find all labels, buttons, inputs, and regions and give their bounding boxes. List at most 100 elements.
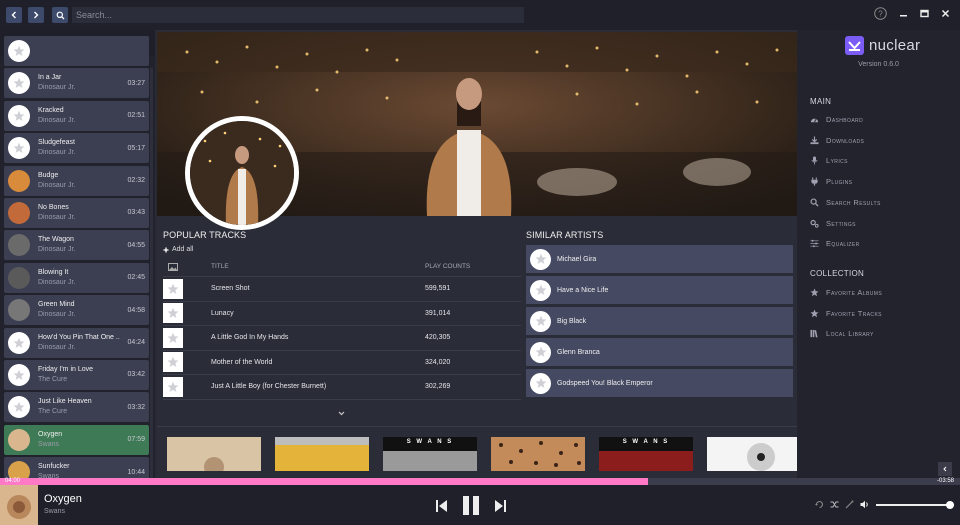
section-main-title: MAIN xyxy=(810,97,832,106)
minimize-icon[interactable] xyxy=(899,9,908,18)
star-icon xyxy=(530,310,551,332)
queue-item-title: Friday I'm in Love xyxy=(38,365,94,373)
sidebar-item-favorite-tracks[interactable]: Favorite Tracks xyxy=(810,309,882,318)
queue-item-title: Sunfucker xyxy=(38,463,70,471)
queue-item[interactable]: Oxygen Swans 07:59 xyxy=(4,424,149,455)
now-playing-title: Oxygen xyxy=(44,493,82,505)
volume-knob[interactable] xyxy=(946,501,955,509)
queue-item-title: Kracked xyxy=(38,106,64,114)
album-grid: S W A N SS W A N S xyxy=(167,437,801,471)
queue-item-duration: 03:42 xyxy=(127,371,145,379)
back-button[interactable] xyxy=(6,7,22,23)
track-play-count: 391,014 xyxy=(425,309,451,317)
queue-item[interactable]: Blowing It Dinosaur Jr. 02:45 xyxy=(4,262,149,293)
queue-item[interactable] xyxy=(4,36,149,66)
close-icon[interactable] xyxy=(941,9,950,18)
album-card[interactable]: S W A N S xyxy=(383,437,477,471)
play-queue: In a Jar Dinosaur Jr. 03:27 Kracked Dinosa… xyxy=(0,30,155,498)
track-play-count: 302,269 xyxy=(425,383,451,391)
sidebar-item-dashboard[interactable]: Dashboard xyxy=(810,115,863,124)
track-row[interactable]: Lunacy 391,014 xyxy=(163,302,521,326)
album-card[interactable] xyxy=(491,437,585,471)
queue-item[interactable]: Green Mind Dinosaur Jr. 04:58 xyxy=(4,295,149,326)
track-title: Screen Shot xyxy=(211,285,250,293)
album-card[interactable] xyxy=(167,437,261,471)
queue-item-artist: Dinosaur Jr. xyxy=(38,213,76,221)
queue-item[interactable]: Just Like Heaven The Cure 03:32 xyxy=(4,392,149,423)
album-card[interactable] xyxy=(275,437,369,471)
similar-artist-item[interactable]: Glenn Branca xyxy=(526,338,793,366)
sidebar-item-local-library[interactable]: Local Library xyxy=(810,329,874,338)
player-bar: Oxygen Swans xyxy=(0,485,960,525)
sidebar-item-label: Downloads xyxy=(826,135,865,145)
queue-item-title: How'd You Pin That One ... xyxy=(38,333,120,341)
track-row[interactable]: A Little God In My Hands 420,305 xyxy=(163,326,521,351)
similar-artist-item[interactable]: Michael Gira xyxy=(526,245,793,273)
queue-item[interactable]: In a Jar Dinosaur Jr. 03:27 xyxy=(4,68,149,99)
microphone-icon xyxy=(810,156,819,165)
queue-item[interactable]: Friday I'm in Love The Cure 03:42 xyxy=(4,359,149,390)
next-track-icon[interactable] xyxy=(494,499,506,513)
star-icon xyxy=(810,288,819,297)
queue-item-artist: Dinosaur Jr. xyxy=(38,246,76,254)
star-icon xyxy=(163,278,183,299)
queue-item[interactable]: Kracked Dinosaur Jr. 02:51 xyxy=(4,100,149,131)
sidebar-item-lyrics[interactable]: Lyrics xyxy=(810,156,848,165)
tracks-table-body: Screen Shot 599,591 Lunacy 391,014 A Lit… xyxy=(163,277,521,400)
sidebar-item-equalizer[interactable]: Equalizer xyxy=(810,239,860,248)
sidebar-item-settings[interactable]: Settings xyxy=(810,219,856,228)
star-icon xyxy=(530,341,551,363)
sidebar-item-downloads[interactable]: Downloads xyxy=(810,136,864,145)
forward-button[interactable] xyxy=(28,7,44,23)
track-row[interactable]: Just A Little Boy (for Chester Burnett) … xyxy=(163,375,521,400)
maximize-icon[interactable] xyxy=(920,9,929,18)
playback-controls xyxy=(436,496,506,515)
artist-view: POPULAR TRACKS Add all TITLE PLAY COUNTS… xyxy=(157,30,801,478)
pause-icon[interactable] xyxy=(462,496,480,515)
album-card[interactable] xyxy=(707,437,801,471)
queue-item[interactable]: The Wagon Dinosaur Jr. 04:55 xyxy=(4,230,149,261)
shuffle-icon[interactable] xyxy=(830,500,839,509)
queue-item[interactable]: Budge Dinosaur Jr. 02:32 xyxy=(4,165,149,196)
queue-item[interactable]: No Bones Dinosaur Jr. 03:43 xyxy=(4,197,149,228)
volume-icon[interactable] xyxy=(860,500,870,509)
similar-artist-name: Glenn Branca xyxy=(557,348,600,356)
star-icon xyxy=(530,372,551,394)
search-button[interactable] xyxy=(52,7,68,23)
seek-bar[interactable] xyxy=(0,478,960,485)
sidebar-item-label: Search Results xyxy=(826,197,881,207)
similar-artist-name: Godspeed You! Black Emperor xyxy=(557,379,653,387)
chevron-down-icon[interactable] xyxy=(338,411,345,416)
repeat-icon[interactable] xyxy=(815,500,824,509)
volume-slider[interactable] xyxy=(876,501,955,509)
navigation-sidebar: nuclear Version 0.6.0 MAIN Dashboard Dow… xyxy=(797,30,960,478)
queue-item-title: Blowing It xyxy=(38,268,69,276)
sidebar-item-favorite-albums[interactable]: Favorite Albums xyxy=(810,288,882,297)
previous-track-icon[interactable] xyxy=(436,499,448,513)
sidebar-collapse-button[interactable] xyxy=(938,462,952,476)
similar-artist-item[interactable]: Have a Nice Life xyxy=(526,276,793,304)
search-input[interactable] xyxy=(72,7,524,23)
chevron-left-icon xyxy=(10,11,18,19)
star-icon xyxy=(8,72,30,95)
add-all-button[interactable]: Add all xyxy=(163,246,521,253)
track-row[interactable]: Screen Shot 599,591 xyxy=(163,277,521,302)
queue-scrollbar[interactable] xyxy=(150,68,153,498)
sidebar-item-search-results[interactable]: Search Results xyxy=(810,198,881,207)
queue-item-duration: 03:32 xyxy=(127,403,145,411)
help-icon[interactable]: ? xyxy=(874,7,887,20)
cover-thumbnail xyxy=(8,169,30,192)
album-card[interactable]: S W A N S xyxy=(599,437,693,471)
queue-item[interactable]: How'd You Pin That One ... Dinosaur Jr. 0… xyxy=(4,327,149,358)
track-row[interactable]: Mother of the World 324,020 xyxy=(163,351,521,375)
sidebar-item-label: Favorite Albums xyxy=(826,288,883,297)
similar-artist-item[interactable]: Big Black xyxy=(526,307,793,335)
queue-item-artist: Dinosaur Jr. xyxy=(38,116,76,124)
sidebar-item-plugins[interactable]: Plugins xyxy=(810,177,852,186)
queue-item-duration: 04:58 xyxy=(127,306,145,314)
queue-item[interactable]: Sludgefeast Dinosaur Jr. 05:17 xyxy=(4,133,149,164)
magic-wand-icon[interactable] xyxy=(845,500,854,509)
queue-item-title: The Wagon xyxy=(38,236,74,244)
star-icon xyxy=(530,279,551,301)
similar-artist-item[interactable]: Godspeed You! Black Emperor xyxy=(526,369,793,397)
